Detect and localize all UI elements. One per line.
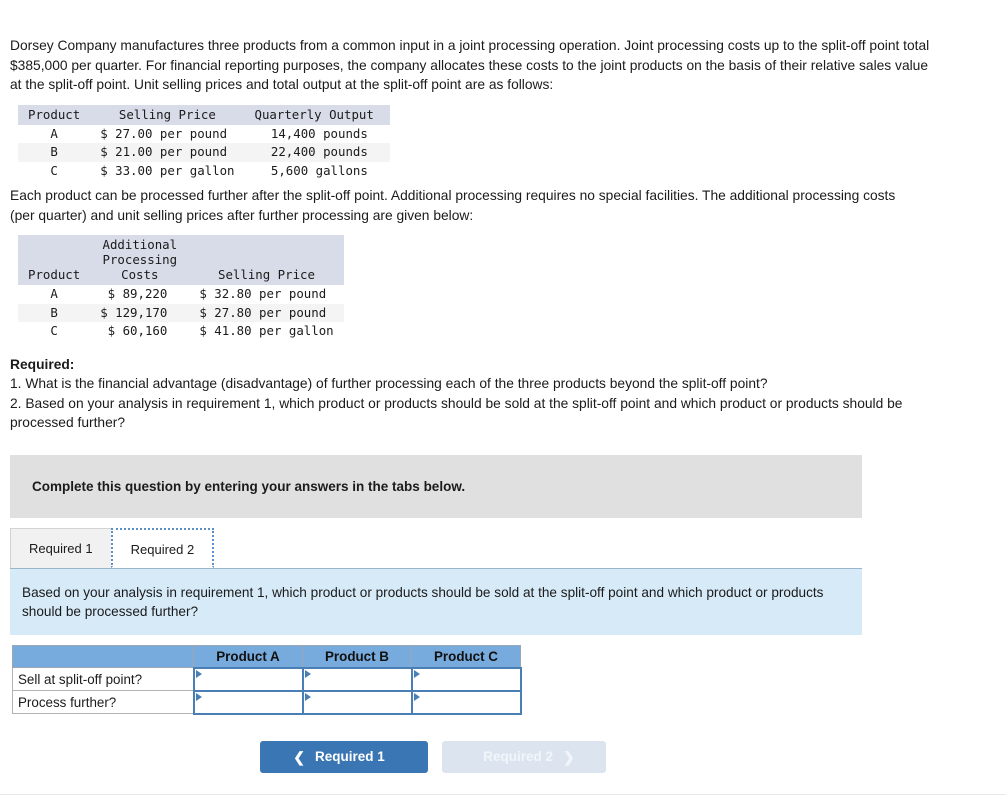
next-button-label: Required 2 <box>483 748 554 764</box>
cell-selling-price: $ 33.00 per gallon <box>100 162 235 178</box>
cell-product: B <box>18 303 91 322</box>
answer-grid-col-product-a: Product A <box>193 644 303 668</box>
cell-additional-cost: $ 89,220 <box>107 286 168 301</box>
table-row: C $ 33.00 per gallon 5,600 gallons <box>18 162 390 181</box>
header-line-1: Additional <box>102 237 178 252</box>
table-row: B $ 21.00 per pound 22,400 pounds <box>18 143 390 162</box>
chevron-left-icon: ❮ <box>293 748 305 765</box>
intro-paragraph-1: Dorsey Company manufactures three produc… <box>10 38 930 92</box>
prev-button-label: Required 1 <box>314 748 385 764</box>
dropdown-value-process-product-b[interactable] <box>304 692 411 713</box>
dropdown-process-product-c[interactable] <box>410 689 522 715</box>
answer-grid: Product A Product B Product C Sell at sp… <box>12 644 522 715</box>
cell-quarterly-output: 22,400 pounds <box>244 143 390 162</box>
dropdown-process-product-a[interactable] <box>192 689 304 715</box>
table-header-row: Product Additional Processing Costs Sellin… <box>18 235 344 285</box>
col-header-product: Product <box>18 235 91 285</box>
required-item-2: 2. Based on your analysis in requirement… <box>10 395 903 431</box>
cell-quarterly-output: 14,400 pounds <box>270 125 368 141</box>
cell-product: C <box>50 323 58 338</box>
cell-selling-price: $ 21.00 per pound <box>90 143 245 162</box>
dropdown-sell-product-c[interactable] <box>410 666 522 692</box>
dropdown-marker-icon <box>413 692 420 701</box>
cell-selling-price: $ 27.80 per pound <box>189 303 344 322</box>
cell-selling-price: $ 27.00 per pound <box>100 125 228 141</box>
dropdown-marker-icon <box>304 692 311 701</box>
col-header-additional-processing-costs: Additional Processing Costs <box>90 235 190 285</box>
dropdown-sell-product-b[interactable] <box>301 666 413 692</box>
dropdown-sell-product-a[interactable] <box>192 666 304 692</box>
cell-additional-cost: $ 129,170 <box>90 303 190 322</box>
instruction-banner: Complete this question by entering your … <box>10 454 862 518</box>
cell-product: B <box>18 143 91 162</box>
dropdown-marker-icon <box>413 669 420 678</box>
table-row: C $ 60,160 $ 41.80 per gallon <box>18 322 344 341</box>
answer-grid-row: Process further? <box>12 689 522 715</box>
cell-product: A <box>50 286 58 301</box>
answer-grid-col-product-c: Product C <box>411 644 521 668</box>
table-row: A $ 27.00 per pound 14,400 pounds <box>18 125 390 144</box>
answer-grid-row: Sell at split-off point? <box>12 666 522 692</box>
dropdown-marker-icon <box>195 669 202 678</box>
answer-grid-corner-header <box>12 644 194 668</box>
tab-bar: Required 1 Required 2 <box>10 524 862 568</box>
dropdown-process-product-b[interactable] <box>301 689 413 715</box>
dropdown-value-process-product-c[interactable] <box>413 692 520 713</box>
chevron-right-icon: ❯ <box>563 748 575 765</box>
dropdown-value-sell-product-b[interactable] <box>304 669 411 690</box>
table-header-row: Product Selling Price Quarterly Output <box>18 104 390 125</box>
required-title: Required: <box>10 356 75 372</box>
dropdown-marker-icon <box>304 669 311 678</box>
tab-required-1[interactable]: Required 1 <box>10 527 112 568</box>
required-item-1: 1. What is the financial advantage (disa… <box>10 376 768 391</box>
dropdown-value-sell-product-a[interactable] <box>195 669 302 690</box>
header-line-2: Processing <box>102 252 178 267</box>
header-line-3: Costs <box>121 267 159 282</box>
cell-quarterly-output: 5,600 gallons <box>270 162 368 178</box>
cell-selling-price: $ 32.80 per pound <box>199 286 327 301</box>
cell-product: C <box>50 162 58 178</box>
prev-required-1-button[interactable]: ❮ Required 1 <box>260 740 428 773</box>
dropdown-value-sell-product-c[interactable] <box>413 669 520 690</box>
col-header-selling-price: Selling Price <box>189 235 344 285</box>
dropdown-marker-icon <box>195 692 202 701</box>
col-header-selling-price: Selling Price <box>90 104 245 125</box>
intro-paragraph-2: Each product can be processed further af… <box>10 188 896 223</box>
cell-product: A <box>50 125 58 141</box>
next-required-2-button[interactable]: Required 2 ❯ <box>442 740 606 773</box>
answer-grid-header-row: Product A Product B Product C <box>12 644 521 668</box>
bottom-divider <box>0 794 1006 795</box>
table-row: A $ 89,220 $ 32.80 per pound <box>18 285 344 304</box>
question-panel: Based on your analysis in requirement 1,… <box>10 567 862 635</box>
exercise-page: Dorsey Company manufactures three produc… <box>0 0 1006 773</box>
tab-nav-buttons: ❮ Required 1 Required 2 ❯ <box>260 740 1006 773</box>
cell-additional-cost: $ 60,160 <box>107 323 168 338</box>
col-header-quarterly-output: Quarterly Output <box>244 104 390 125</box>
required-block: Required: 1. What is the financial advan… <box>10 355 910 433</box>
row-label-sell-at-split-off: Sell at split-off point? <box>12 667 194 691</box>
cell-selling-price: $ 41.80 per gallon <box>199 323 334 338</box>
table-row: B $ 129,170 $ 27.80 per pound <box>18 303 344 322</box>
col-header-product: Product <box>18 104 91 125</box>
split-off-data-table: Product Selling Price Quarterly Output A… <box>18 104 390 181</box>
row-label-process-further: Process further? <box>12 690 194 714</box>
answer-grid-col-product-b: Product B <box>302 644 412 668</box>
tab-required-2[interactable]: Required 2 <box>110 527 215 568</box>
further-processing-data-table: Product Additional Processing Costs Sellin… <box>18 235 344 341</box>
dropdown-value-process-product-a[interactable] <box>195 692 302 713</box>
